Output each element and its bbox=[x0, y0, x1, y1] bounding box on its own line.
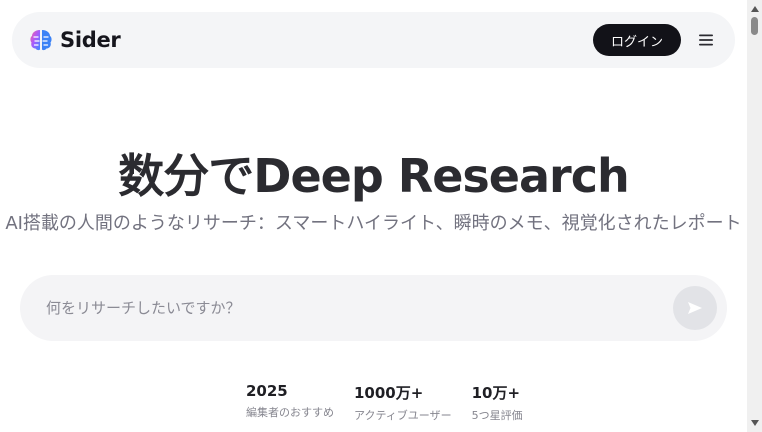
stat-label: アクティブユーザー bbox=[354, 409, 452, 422]
stats-row: 2025 編集者のおすすめ 1000万+ アクティブユーザー 10万+ 5つ星評… bbox=[246, 382, 523, 423]
page-scrollbar[interactable] bbox=[747, 0, 762, 432]
brain-logo-icon bbox=[30, 30, 52, 51]
scroll-down-arrow-icon[interactable] bbox=[747, 416, 762, 430]
brand-name: Sider bbox=[60, 28, 121, 52]
scrollbar-thumb[interactable] bbox=[751, 17, 758, 35]
stat-value: 1000万+ bbox=[354, 384, 424, 402]
top-nav-bar: Sider ログイン bbox=[12, 12, 735, 68]
stat-label: 5つ星評価 bbox=[471, 409, 523, 422]
search-box bbox=[20, 275, 727, 341]
login-button[interactable]: ログイン bbox=[593, 24, 681, 56]
page: Sider ログイン 数分でDeep Research AI搭載の人間のようなリ… bbox=[0, 0, 762, 432]
stat-value: 10万+ bbox=[471, 384, 521, 402]
header-actions: ログイン bbox=[593, 24, 717, 56]
stat-label: 編集者のおすすめ bbox=[246, 406, 334, 419]
scroll-up-arrow-icon[interactable] bbox=[747, 2, 762, 16]
send-button[interactable] bbox=[673, 286, 717, 330]
stat-active-users: 1000万+ アクティブユーザー bbox=[354, 382, 452, 423]
research-query-input[interactable] bbox=[46, 299, 673, 317]
stat-editors-choice: 2025 編集者のおすすめ bbox=[246, 382, 334, 423]
brand[interactable]: Sider bbox=[28, 27, 121, 53]
stat-five-star-ratings: 10万+ 5つ星評価 bbox=[472, 382, 523, 423]
hero-title: 数分でDeep Research bbox=[118, 149, 629, 203]
hero-subtitle: AI搭載の人間のようなリサーチ：スマートハイライト、瞬時のメモ、視覚化されたレポ… bbox=[5, 213, 742, 234]
stat-value: 2025 bbox=[246, 382, 288, 400]
hamburger-menu-icon[interactable] bbox=[695, 29, 717, 51]
send-arrow-icon bbox=[688, 302, 702, 314]
